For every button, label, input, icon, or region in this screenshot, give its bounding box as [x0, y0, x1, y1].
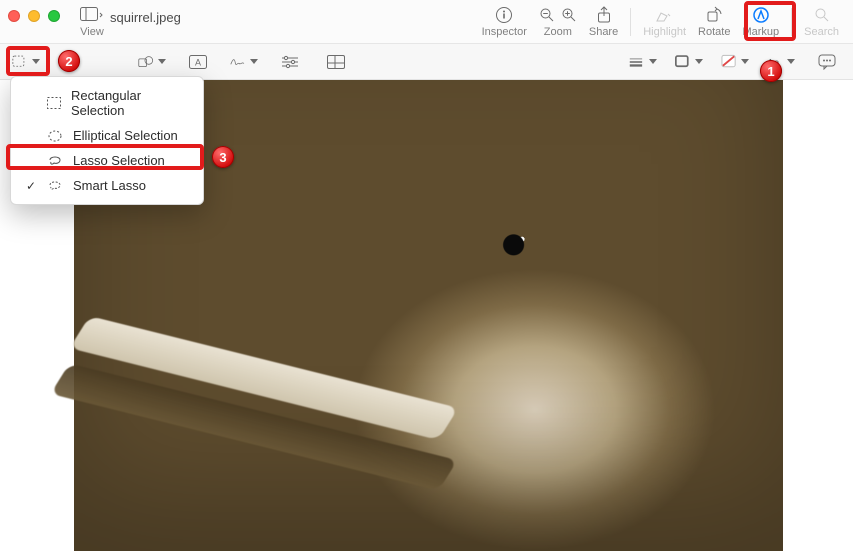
- search-button[interactable]: Search: [798, 4, 845, 38]
- close-window-button[interactable]: [8, 10, 20, 22]
- sidebar-icon: [80, 4, 104, 26]
- menu-item-label: Elliptical Selection: [73, 128, 178, 143]
- adjust-color-button[interactable]: [276, 48, 304, 76]
- window-controls: [8, 4, 60, 22]
- rectangle-selection-icon: [46, 97, 61, 109]
- menu-item-label: Rectangular Selection: [71, 88, 189, 118]
- info-icon: [495, 4, 513, 26]
- check-icon: ✓: [25, 179, 37, 193]
- search-label: Search: [804, 26, 839, 38]
- ellipse-selection-icon: [47, 130, 63, 142]
- annotation-number-3: 3: [212, 146, 234, 168]
- search-icon: [814, 4, 830, 26]
- highlight-label: Highlight: [643, 26, 686, 38]
- highlight-button[interactable]: Highlight: [637, 4, 692, 38]
- view-menu-button[interactable]: View: [74, 4, 110, 38]
- chevron-down-icon: [787, 59, 795, 64]
- rotate-label: Rotate: [698, 26, 730, 38]
- menu-item-label: Smart Lasso: [73, 178, 146, 193]
- share-button[interactable]: Share: [583, 4, 624, 38]
- highlight-icon: [655, 4, 675, 26]
- shapes-button[interactable]: [138, 48, 166, 76]
- chevron-down-icon: [250, 59, 258, 64]
- inspector-label: Inspector: [482, 26, 527, 38]
- svg-text:A: A: [195, 57, 201, 67]
- smart-lasso-icon: [47, 180, 63, 192]
- inspector-button[interactable]: Inspector: [476, 4, 533, 38]
- zoom-window-button[interactable]: [48, 10, 60, 22]
- chevron-down-icon: [158, 59, 166, 64]
- chevron-down-icon: [741, 59, 749, 64]
- menu-item-smart-lasso[interactable]: ✓ Smart Lasso: [11, 173, 203, 198]
- zoom-icon: [539, 4, 577, 26]
- chevron-down-icon: [695, 59, 703, 64]
- titlebar: View squirrel.jpeg Inspector Zoom Share: [0, 0, 853, 44]
- border-color-button[interactable]: [675, 48, 703, 76]
- share-icon: [596, 4, 612, 26]
- adjust-size-button[interactable]: [322, 48, 350, 76]
- sign-button[interactable]: [230, 48, 258, 76]
- share-label: Share: [589, 26, 618, 38]
- annotation-number-1: 1: [760, 60, 782, 82]
- zoom-label: Zoom: [544, 26, 572, 38]
- minimize-window-button[interactable]: [28, 10, 40, 22]
- menu-item-rectangular-selection[interactable]: Rectangular Selection: [11, 83, 203, 123]
- annotation-number-2: 2: [58, 50, 80, 72]
- text-button[interactable]: A: [184, 48, 212, 76]
- rotate-icon: [705, 4, 723, 26]
- annotation-box-2: [6, 46, 50, 76]
- document-title: squirrel.jpeg: [110, 4, 181, 25]
- rotate-button[interactable]: Rotate: [692, 4, 736, 38]
- annotation-box-3: [6, 144, 204, 170]
- annotate-button[interactable]: [813, 48, 841, 76]
- selection-tool-menu: Rectangular Selection Elliptical Selecti…: [10, 76, 204, 205]
- annotation-box-1: [744, 1, 796, 41]
- chevron-down-icon: [649, 59, 657, 64]
- fill-color-button[interactable]: [721, 48, 749, 76]
- markup-toolbar: A Aa: [0, 44, 853, 80]
- zoom-controls[interactable]: Zoom: [533, 4, 583, 38]
- view-label: View: [80, 26, 104, 38]
- toolbar-separator: [630, 8, 631, 36]
- shape-style-button[interactable]: [629, 48, 657, 76]
